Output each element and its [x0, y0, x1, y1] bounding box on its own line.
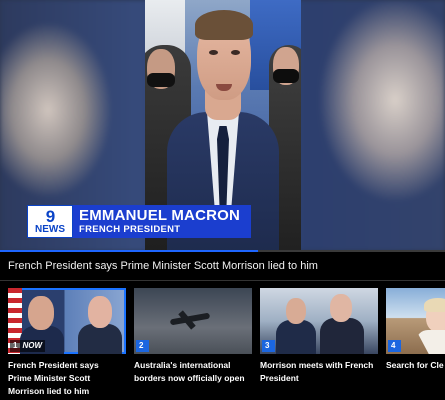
card-thumbnail: 1 NOW	[8, 288, 126, 354]
video-progress-bar[interactable]	[0, 250, 445, 252]
carousel-card-4[interactable]: 4 Search for Cle	[386, 288, 445, 372]
video-progress-fill	[0, 250, 259, 252]
speaker-name: EMMANUEL MACRON	[79, 207, 241, 224]
carousel-card-3[interactable]: 3 Morrison meets with French President	[260, 288, 378, 385]
video-player[interactable]: 9 NEWS EMMANUEL MACRON FRENCH PRESIDENT	[0, 0, 445, 251]
card-title: Australia's international borders now of…	[134, 360, 245, 383]
divider	[0, 280, 445, 281]
now-playing-label: NOW	[22, 341, 43, 350]
carousel-card-2[interactable]: 2 Australia's international borders now …	[134, 288, 252, 385]
lower-third-caption: 9 NEWS EMMANUEL MACRON FRENCH PRESIDENT	[27, 205, 251, 238]
name-block: EMMANUEL MACRON FRENCH PRESIDENT	[73, 205, 251, 238]
speaker-title: FRENCH PRESIDENT	[79, 224, 181, 235]
card-title: Morrison meets with French President	[260, 360, 374, 383]
card-thumbnail: 3	[260, 288, 378, 354]
card-index-badge: 1 NOW	[10, 340, 46, 352]
nine-news-logo: 9 NEWS	[27, 205, 73, 238]
card-thumbnail: 2	[134, 288, 252, 354]
carousel-card-1[interactable]: 1 NOW French President says Prime Minist…	[8, 288, 126, 398]
video-headline: French President says Prime Minister Sco…	[8, 260, 318, 272]
card-thumbnail: 4	[386, 288, 445, 354]
card-index-badge: 3	[262, 340, 275, 352]
card-title: French President says Prime Minister Sco…	[8, 360, 99, 396]
card-index-badge: 2	[136, 340, 149, 352]
video-carousel: 1 NOW French President says Prime Minist…	[0, 288, 445, 400]
card-title: Search for Cle	[386, 360, 444, 370]
card-index-badge: 4	[388, 340, 401, 352]
